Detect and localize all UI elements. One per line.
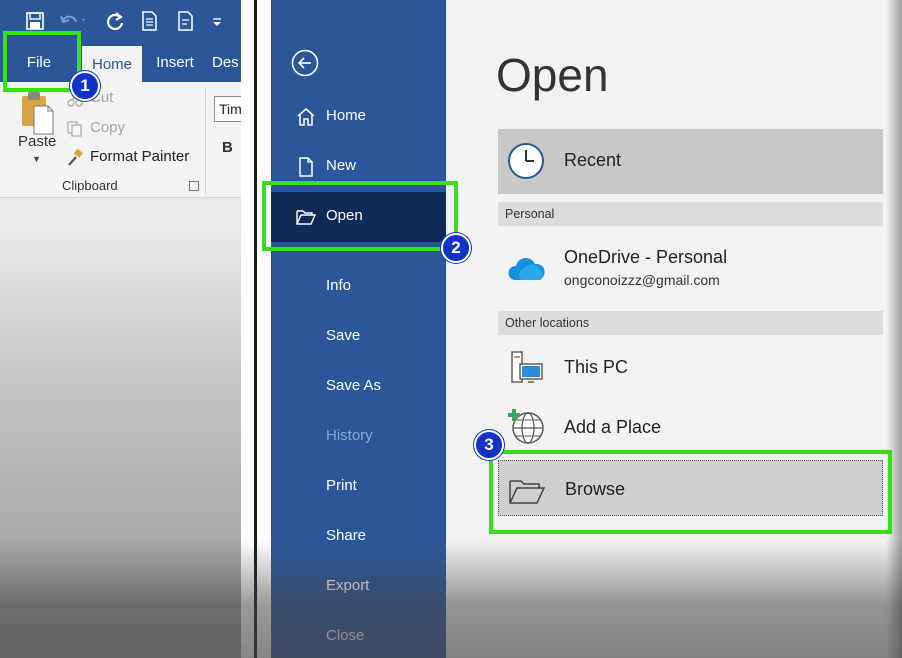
format-painter-label: Format Painter [90, 148, 190, 165]
page-title: Open [496, 49, 609, 101]
tab-design[interactable]: Des [212, 44, 241, 82]
paste-icon[interactable] [20, 90, 56, 136]
add-a-place-location[interactable]: Add a Place [498, 404, 883, 454]
clock-icon [508, 143, 544, 179]
nav-open-label: Open [326, 207, 363, 224]
panel-divider [254, 0, 257, 658]
ribbon-home-content: Paste ▼ Cut Copy Format Painter Clipboar… [0, 82, 241, 198]
nav-save-as-label: Save As [326, 377, 382, 394]
this-pc-location[interactable]: This PC [498, 342, 883, 398]
nav-info[interactable]: Info [271, 262, 446, 312]
nav-export[interactable]: Export [271, 562, 446, 612]
onedrive-label: OneDrive - Personal [564, 247, 728, 267]
recent-location[interactable]: Recent [498, 129, 883, 194]
paste-button[interactable]: Paste [18, 133, 56, 150]
this-pc-label: This PC [564, 357, 629, 377]
back-arrow-icon[interactable] [291, 49, 319, 77]
quick-access-toolbar [0, 0, 241, 44]
redo-icon[interactable] [104, 10, 126, 32]
nav-open[interactable]: Open [271, 192, 446, 242]
personal-section-header: Personal [498, 202, 883, 226]
dialog-launcher-icon[interactable] [189, 181, 199, 191]
word-ribbon-panel: File Home Insert Des Paste ▼ Cut Copy Fo… [0, 0, 241, 658]
globe-add-icon [508, 409, 544, 444]
nav-print-label: Print [326, 477, 357, 494]
bold-button[interactable]: B [222, 139, 233, 156]
tab-file[interactable]: File [0, 44, 78, 82]
nav-close[interactable]: Close [271, 612, 446, 658]
open-folder-icon [296, 210, 317, 225]
nav-save[interactable]: Save [271, 312, 446, 362]
cut-label: Cut [90, 89, 114, 106]
nav-share[interactable]: Share [271, 512, 446, 562]
onedrive-account: ongconoizzz@gmail.com [564, 272, 720, 288]
nav-home[interactable]: Home [271, 92, 446, 142]
scissors-icon [67, 91, 83, 107]
customize-toolbar-icon[interactable] [210, 10, 224, 32]
nav-print[interactable]: Print [271, 462, 446, 512]
clipboard-group-label: Clipboard [62, 178, 118, 193]
copy-label: Copy [90, 119, 126, 136]
print-preview-icon[interactable] [174, 10, 196, 32]
nav-close-label: Close [326, 627, 365, 644]
browse-label: Browse [565, 479, 626, 499]
nav-history: History [271, 412, 446, 462]
onedrive-cloud-icon [508, 257, 545, 280]
save-icon[interactable] [24, 10, 46, 32]
other-locations-header: Other locations [498, 311, 883, 335]
nav-new[interactable]: New [271, 142, 446, 192]
nav-save-as[interactable]: Save As [271, 362, 446, 412]
ribbon-tabs: File Home Insert Des [0, 44, 241, 82]
home-icon [297, 108, 315, 126]
document-icon[interactable] [138, 10, 160, 32]
tab-home[interactable]: Home [82, 44, 142, 82]
paste-options-chevron-icon[interactable]: ▼ [32, 154, 41, 164]
nav-save-label: Save [326, 327, 361, 344]
recent-label: Recent [564, 150, 622, 170]
open-pane: Open Recent Personal OneDrive - Personal… [446, 0, 902, 658]
nav-info-label: Info [326, 277, 352, 294]
undo-icon[interactable] [58, 10, 88, 32]
nav-history-label: History [326, 427, 373, 444]
browse-location[interactable]: Browse [498, 460, 883, 516]
computer-icon [511, 351, 543, 383]
nav-new-label: New [326, 157, 357, 174]
backstage-nav: Home New Open Info Save Save As History … [271, 0, 446, 658]
nav-export-label: Export [326, 577, 370, 594]
nav-share-label: Share [326, 527, 367, 544]
paintbrush-icon [68, 149, 83, 166]
group-divider [205, 88, 206, 194]
font-name-field[interactable]: Tim [214, 96, 241, 122]
onedrive-location[interactable]: OneDrive - Personal ongconoizzz@gmail.co… [498, 236, 883, 302]
copy-icon [67, 121, 82, 137]
folder-icon [509, 480, 546, 504]
new-document-icon [299, 157, 313, 177]
tab-insert[interactable]: Insert [146, 44, 204, 82]
add-a-place-label: Add a Place [564, 417, 662, 437]
nav-home-label: Home [326, 107, 367, 124]
